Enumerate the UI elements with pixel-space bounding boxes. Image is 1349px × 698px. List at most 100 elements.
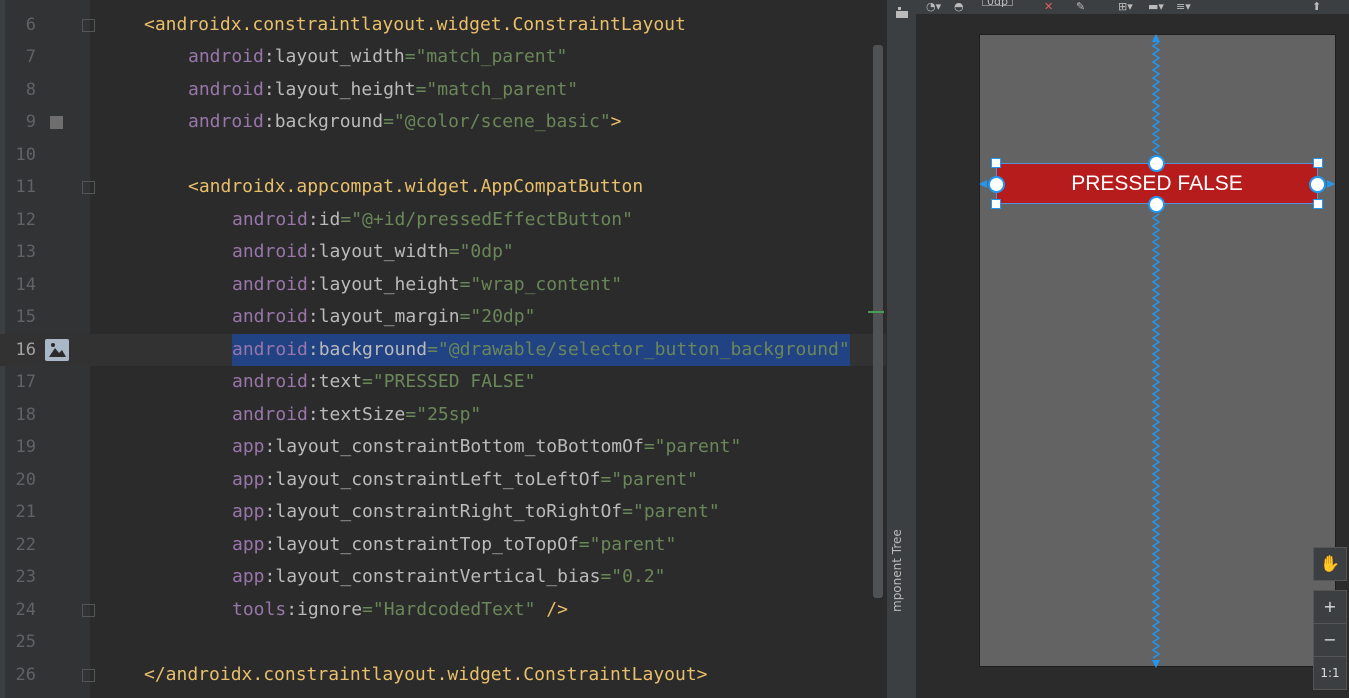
- resize-handle-top-right[interactable]: [1313, 158, 1323, 168]
- zoom-actual-size-button[interactable]: 1:1: [1313, 656, 1347, 690]
- code-line[interactable]: 10: [0, 139, 886, 172]
- code-line[interactable]: 26 </androidx.constraintlayout.widget.Con…: [0, 659, 886, 692]
- code-line[interactable]: 15 android:layout_margin="20dp": [0, 301, 886, 334]
- line-number: 10: [15, 144, 36, 165]
- code-text: android:textSize="25sp": [232, 399, 481, 432]
- code-line[interactable]: 25: [0, 626, 886, 659]
- code-text: <androidx.constraintlayout.widget.Constr…: [144, 9, 686, 42]
- code-token: :background: [263, 111, 384, 132]
- code-line[interactable]: 21 app:layout_constraintRight_toRightOf="…: [0, 496, 886, 529]
- code-text: android:layout_height="wrap_content": [232, 269, 622, 302]
- code-token: ="@+id/pressedEffectButton": [340, 208, 633, 230]
- constraint-handle-left[interactable]: [988, 176, 1005, 193]
- fold-end-marker[interactable]: [82, 603, 95, 617]
- code-text: app:layout_constraintVertical_bias="0.2": [232, 561, 666, 594]
- code-line[interactable]: 9 android:background="@color/scene_basic"…: [0, 106, 886, 139]
- code-line[interactable]: 17 android:text="PRESSED FALSE": [0, 366, 886, 399]
- fold-marker[interactable]: [82, 18, 95, 32]
- code-token: ="@color/scene_basic": [383, 111, 611, 132]
- code-token: ="0dp": [448, 241, 514, 262]
- palette-icon[interactable]: [895, 5, 909, 19]
- code-token: :layout_constraintTop_toTopOf: [264, 533, 579, 555]
- line-number: 18: [15, 404, 36, 425]
- change-marker: [868, 311, 884, 313]
- guidelines-icon[interactable]: ⊞▾: [1118, 0, 1133, 13]
- code-line[interactable]: 14 android:layout_height="wrap_content": [0, 269, 886, 302]
- zoom-in-button[interactable]: +: [1313, 590, 1347, 624]
- fold-end-marker[interactable]: [82, 668, 95, 682]
- editor-scrollbar[interactable]: [873, 45, 883, 598]
- line-number: 12: [15, 209, 36, 230]
- pin-icon[interactable]: ⬆: [1312, 0, 1321, 13]
- code-token: ="PRESSED FALSE": [362, 371, 536, 392]
- code-line[interactable]: 13 android:layout_width="0dp": [0, 236, 886, 269]
- fold-marker[interactable]: [82, 181, 95, 194]
- resize-handle-bottom-left[interactable]: [991, 199, 1001, 209]
- code-token: android: [232, 273, 308, 295]
- code-line[interactable]: 23 app:layout_constraintVertical_bias="0.…: [0, 561, 886, 594]
- line-number: 17: [15, 372, 36, 392]
- code-line[interactable]: 7 android:layout_width="match_parent": [0, 41, 886, 74]
- component-tree-label[interactable]: mponent Tree: [890, 529, 904, 612]
- view-options-icon[interactable]: ◔▾: [926, 0, 941, 13]
- code-token: app: [232, 566, 265, 587]
- line-number: 26: [15, 664, 36, 685]
- line-number: 22: [15, 534, 36, 555]
- code-token: app: [232, 533, 265, 555]
- code-token: :layout_height: [307, 273, 460, 295]
- line-number: 25: [15, 632, 36, 652]
- line-number: 20: [15, 469, 36, 490]
- constraint-handle-top[interactable]: [1148, 155, 1165, 172]
- code-token: android: [232, 306, 308, 327]
- code-token: :layout_width: [263, 46, 405, 67]
- code-line[interactable]: 6 <androidx.constraintlayout.widget.Const…: [0, 9, 886, 42]
- code-line[interactable]: 16 android:background="@drawable/selector…: [0, 333, 886, 366]
- line-number: 9: [25, 112, 36, 132]
- constraint-handle-right[interactable]: [1309, 176, 1326, 193]
- pan-hand-icon[interactable]: ✋: [1313, 547, 1347, 581]
- zoom-out-button[interactable]: −: [1313, 623, 1347, 657]
- code-text: app:layout_constraintLeft_toLeftOf="pare…: [232, 464, 698, 497]
- code-text: android:layout_height="match_parent": [188, 74, 578, 107]
- zoom-icon[interactable]: ◓: [954, 0, 964, 13]
- constraint-handle-bottom[interactable]: [1148, 196, 1165, 213]
- code-token: app: [232, 436, 265, 457]
- code-line[interactable]: 12 android:id="@+id/pressedEffectButton": [0, 204, 886, 237]
- clear-constraints-icon[interactable]: ✕: [1044, 0, 1053, 13]
- code-token: :text: [307, 371, 363, 392]
- infer-constraints-icon[interactable]: ✎: [1076, 0, 1085, 13]
- color-swatch-icon[interactable]: [50, 116, 63, 129]
- code-token: ="parent": [600, 468, 699, 490]
- code-token: </androidx.constraintlayout.widget.Const…: [144, 663, 708, 685]
- code-token: tools: [232, 598, 287, 620]
- code-line[interactable]: 11 <androidx.appcompat.widget.AppCompatBu…: [0, 171, 886, 204]
- code-token: ="0.2": [600, 566, 666, 587]
- code-token: ="parent": [643, 436, 742, 457]
- default-margin-field[interactable]: 0dp: [982, 0, 1013, 8]
- code-line[interactable]: 18 android:textSize="25sp": [0, 399, 886, 432]
- line-number: 6: [25, 14, 36, 35]
- zoom-controls: ✋ + − 1:1: [1313, 547, 1347, 698]
- code-token: ="parent": [622, 501, 720, 522]
- code-token: app: [232, 501, 265, 522]
- align-icon[interactable]: ▬▾: [1148, 0, 1164, 13]
- code-line[interactable]: 24 tools:ignore="HardcodedText" />: [0, 594, 886, 627]
- code-token: :layout_margin: [307, 306, 460, 327]
- code-token: ="wrap_content": [459, 273, 623, 295]
- code-line[interactable]: 8 android:layout_height="match_parent": [0, 74, 886, 107]
- line-number: 15: [15, 307, 36, 327]
- resize-handle-top-left[interactable]: [991, 158, 1001, 168]
- code-line[interactable]: 22 app:layout_constraintTop_toTopOf="pare…: [0, 529, 886, 562]
- code-line[interactable]: 20 app:layout_constraintLeft_toLeftOf="pa…: [0, 464, 886, 497]
- code-token: ="HardcodedText": [362, 598, 536, 620]
- code-token: :textSize: [307, 403, 406, 425]
- code-token: :layout_height: [263, 78, 416, 100]
- distribute-icon[interactable]: ≡▾: [1176, 0, 1191, 13]
- drawable-preview-icon[interactable]: [45, 338, 69, 361]
- code-token: />: [535, 598, 568, 620]
- code-line[interactable]: 19 app:layout_constraintBottom_toBottomOf…: [0, 431, 886, 464]
- component-tree-tool-strip[interactable]: mponent Tree: [886, 0, 917, 698]
- code-token: >: [610, 111, 622, 132]
- code-editor[interactable]: 6 <androidx.constraintlayout.widget.Const…: [0, 0, 886, 698]
- resize-handle-bottom-right[interactable]: [1313, 199, 1323, 209]
